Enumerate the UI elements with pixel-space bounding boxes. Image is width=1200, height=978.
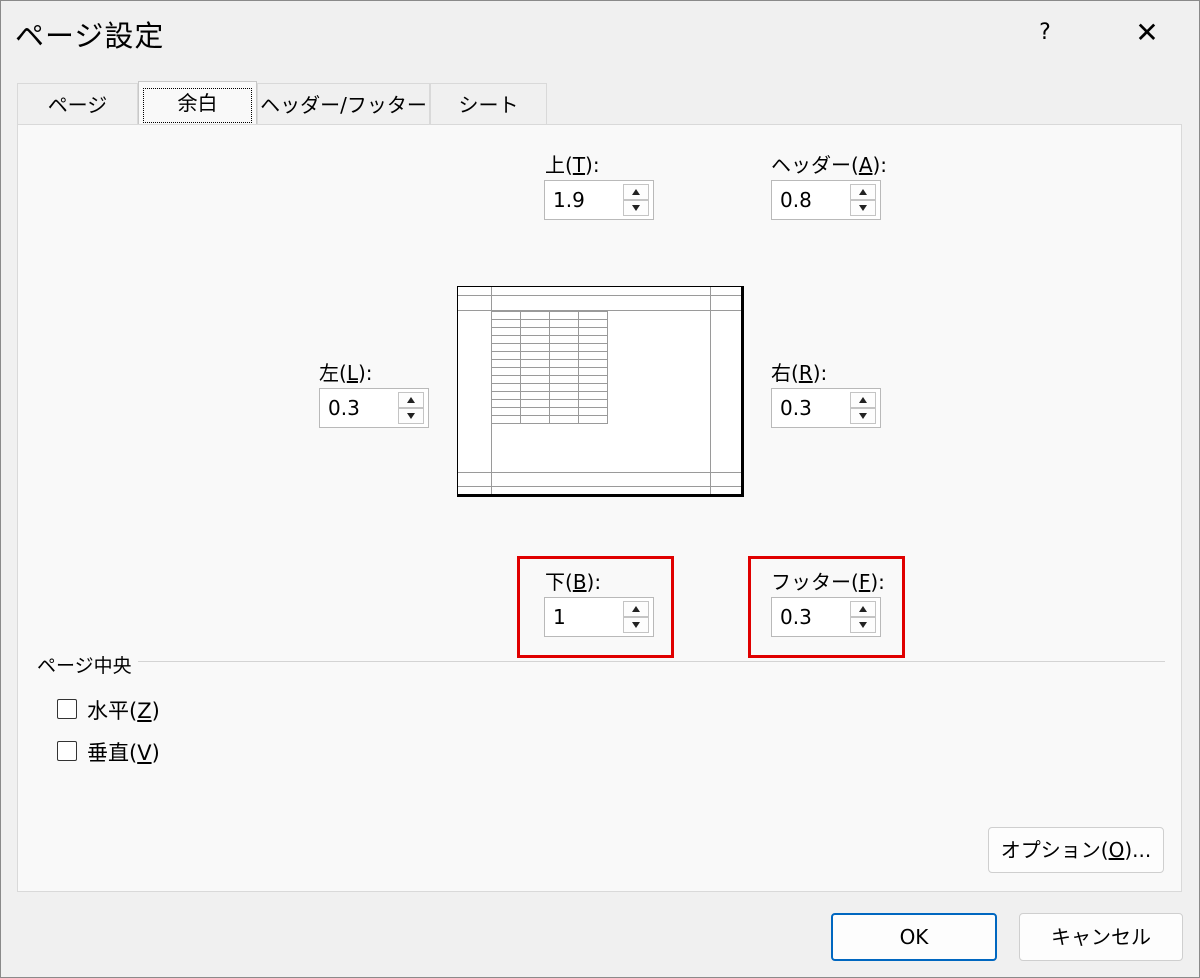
center-horizontal-checkbox[interactable] [57,699,77,719]
page-preview [457,286,744,497]
top-margin-label: 上(T): [545,153,600,177]
center-vertical-label[interactable]: 垂直(V) [87,737,160,767]
header-margin-spinbox[interactable]: 0.8 [771,180,881,220]
bottom-margin-down-arrow-icon[interactable] [623,617,649,633]
preview-bottom-margin-line [458,472,741,473]
ok-button[interactable]: OK [831,913,997,961]
bottom-margin-label: 下(B): [545,570,602,594]
cancel-button[interactable]: キャンセル [1019,913,1183,961]
tab-sheet-label: シート [458,93,519,117]
left-margin-value[interactable]: 0.3 [328,389,360,427]
help-button[interactable]: ? [1027,15,1063,51]
center-on-page-heading: ページ中央 [37,651,138,678]
footer-margin-up-arrow-icon[interactable] [850,601,876,617]
top-margin-value[interactable]: 1.9 [553,181,585,219]
preview-right-margin-line [710,287,711,494]
preview-header-line [458,295,741,296]
left-margin-spinbox[interactable]: 0.3 [319,388,429,428]
top-margin-up-arrow-icon[interactable] [623,184,649,200]
tab-page-label: ページ [47,93,108,117]
header-margin-label: ヘッダー(A): [771,153,888,177]
right-margin-down-arrow-icon[interactable] [850,408,876,424]
options-button[interactable]: オプション(O)... [988,827,1164,873]
footer-margin-value[interactable]: 0.3 [780,598,812,636]
header-margin-down-arrow-icon[interactable] [850,200,876,216]
right-margin-value[interactable]: 0.3 [780,389,812,427]
left-margin-label: 左(L): [319,361,373,385]
close-button[interactable]: ✕ [1129,15,1165,51]
preview-footer-line [458,486,741,487]
top-margin-down-arrow-icon[interactable] [623,200,649,216]
center-horizontal-label[interactable]: 水平(Z) [87,695,160,725]
page-setup-dialog: ページ設定 ? ✕ ページ 余白 ヘッダー/フッター シート 上(T): 1.9… [0,0,1200,978]
tab-header-footer-label: ヘッダー/フッター [260,93,427,117]
tab-margins[interactable]: 余白 [138,81,257,127]
footer-margin-down-arrow-icon[interactable] [850,617,876,633]
margins-panel [17,124,1182,892]
header-margin-up-arrow-icon[interactable] [850,184,876,200]
preview-cell-grid [491,311,608,424]
tab-page[interactable]: ページ [17,83,138,125]
footer-margin-label: フッター(F): [771,570,885,594]
bottom-margin-up-arrow-icon[interactable] [623,601,649,617]
close-icon: ✕ [1135,16,1159,49]
right-margin-label: 右(R): [771,361,828,385]
right-margin-up-arrow-icon[interactable] [850,392,876,408]
left-margin-up-arrow-icon[interactable] [398,392,424,408]
tab-header-footer[interactable]: ヘッダー/フッター [257,83,430,125]
top-margin-spinbox[interactable]: 1.9 [544,180,654,220]
bottom-margin-spinbox[interactable]: 1 [544,597,654,637]
center-on-page-divider [37,661,1165,662]
tab-focus-ring [143,88,252,123]
bottom-margin-value[interactable]: 1 [553,598,566,636]
center-vertical-checkbox[interactable] [57,741,77,761]
right-margin-spinbox[interactable]: 0.3 [771,388,881,428]
tab-sheet[interactable]: シート [430,83,547,125]
footer-margin-spinbox[interactable]: 0.3 [771,597,881,637]
dialog-title: ページ設定 [15,19,165,53]
left-margin-down-arrow-icon[interactable] [398,408,424,424]
header-margin-value[interactable]: 0.8 [780,181,812,219]
